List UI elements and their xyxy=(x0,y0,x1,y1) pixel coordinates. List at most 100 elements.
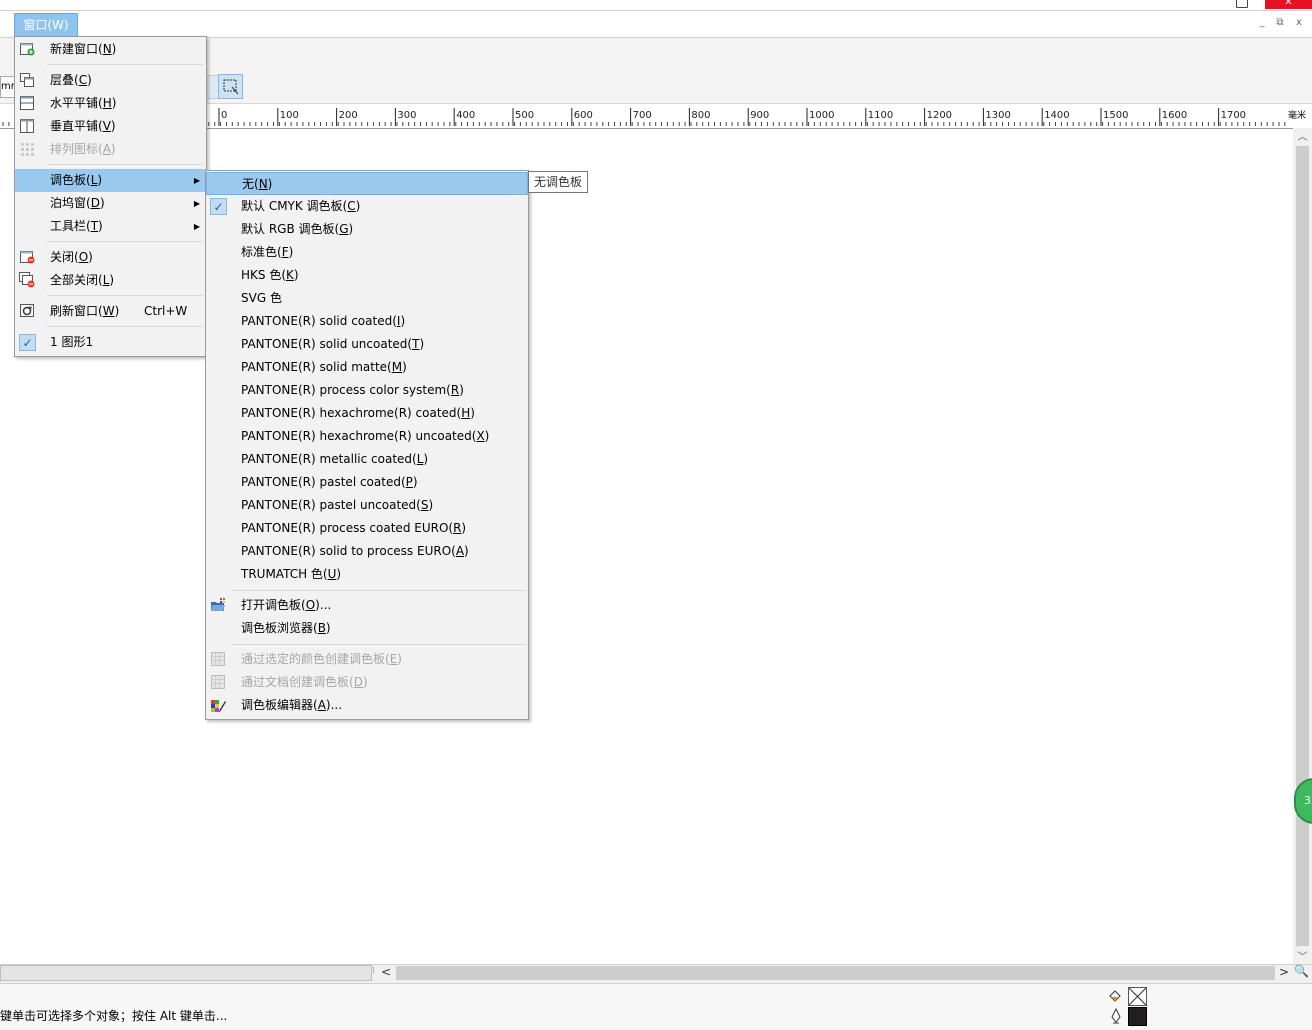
palette-item-21: 通过文档创建调色板(D) xyxy=(206,671,528,694)
outline-pen-icon xyxy=(1110,1007,1122,1024)
ruler-tick-label: 900 xyxy=(750,110,769,121)
horizontal-scroll-thumb[interactable] xyxy=(396,966,1275,980)
palette-item-label: PANTONE(R) metallic coated(L) xyxy=(241,452,429,466)
submenu-arrow-icon: ▶ xyxy=(193,199,200,208)
palette-item-label: PANTONE(R) hexachrome(R) coated(H) xyxy=(241,406,475,420)
title-bar xyxy=(0,0,1312,11)
close-app-button[interactable]: ✕ xyxy=(1265,0,1312,9)
palette-item-20: 通过选定的颜色创建调色板(E) xyxy=(206,648,528,671)
palette-item-label: PANTONE(R) hexachrome(R) uncoated(X) xyxy=(241,429,490,443)
palette-item-13[interactable]: PANTONE(R) pastel coated(P) xyxy=(206,471,528,494)
palette-item-label: PANTONE(R) solid to process EURO(A) xyxy=(241,544,469,558)
page-navigator[interactable] xyxy=(0,965,372,981)
menu-item-new-window[interactable]: 新建窗口(N) xyxy=(15,38,206,61)
palette-item-label: 通过文档创建调色板(D) xyxy=(241,675,368,689)
tooltip: 无调色板 xyxy=(528,171,589,193)
palette-item-label: SVG 色 xyxy=(241,291,282,305)
menu-item-label: 新建窗口(N) xyxy=(50,42,117,56)
scroll-down-icon[interactable]: ﹀ xyxy=(1293,948,1312,964)
palette-item-16[interactable]: PANTONE(R) solid to process EURO(A) xyxy=(206,540,528,563)
fill-none-swatch[interactable] xyxy=(1128,987,1147,1006)
toolbar-button[interactable] xyxy=(205,75,219,99)
menu-item-label: 刷新窗口(W) xyxy=(50,304,120,318)
splitter-handle-icon[interactable]: ⁞ xyxy=(372,966,378,980)
palette-item-10[interactable]: PANTONE(R) hexachrome(R) coated(H) xyxy=(206,402,528,425)
palette-item-label: PANTONE(R) solid coated(I) xyxy=(241,314,406,328)
menu-item-tile-horizontal[interactable]: 水平平铺(H) xyxy=(15,92,206,115)
palette-item-label: 默认 CMYK 调色板(C) xyxy=(241,199,361,213)
menu-separator xyxy=(47,64,203,65)
menu-item-tile-vertical[interactable]: 垂直平铺(V) xyxy=(15,115,206,138)
restore-window-icon[interactable] xyxy=(1236,0,1248,8)
palette-item-label: PANTONE(R) pastel uncoated(S) xyxy=(241,498,434,512)
menu-item-close-all[interactable]: 全部关闭(L) xyxy=(15,269,206,292)
palette-item-label: TRUMATCH 色(U) xyxy=(241,567,342,581)
menu-item-color-palettes[interactable]: 调色板(L) ▶ xyxy=(15,169,206,192)
palette-item-3[interactable]: 标准色(F) xyxy=(206,241,528,264)
palette-item-19[interactable]: 调色板浏览器(B) xyxy=(206,617,528,640)
palette-editor-icon xyxy=(210,697,226,713)
ruler-tick-label: 200 xyxy=(339,110,358,121)
transform-toolbar-button[interactable] xyxy=(218,74,243,99)
menu-item-refresh-window[interactable]: 刷新窗口(W) Ctrl+W xyxy=(15,300,206,323)
menu-item-label: 层叠(C) xyxy=(50,73,92,87)
ruler-tick-label: 1200 xyxy=(927,110,952,121)
menu-bar xyxy=(0,11,1312,38)
submenu-arrow-icon: ▶ xyxy=(193,176,200,185)
palette-item-17[interactable]: TRUMATCH 色(U) xyxy=(206,563,528,586)
palette-item-22[interactable]: 调色板编辑器(A)... xyxy=(206,694,528,717)
palette-item-9[interactable]: PANTONE(R) process color system(R) xyxy=(206,379,528,402)
menu-item-label: 水平平铺(H) xyxy=(50,96,117,110)
scroll-up-icon[interactable]: ︿ xyxy=(1293,128,1312,144)
mdi-restore-button[interactable]: ⧉ xyxy=(1275,18,1285,28)
palette-item-4[interactable]: HKS 色(K) xyxy=(206,264,528,287)
menu-separator xyxy=(232,590,526,591)
ruler-unit-label: 毫米 xyxy=(1288,111,1307,121)
zoom-icon[interactable]: 🔍 xyxy=(1294,964,1309,978)
mdi-close-button[interactable]: x xyxy=(1294,18,1304,28)
vertical-scroll-thumb[interactable] xyxy=(1296,146,1309,946)
menu-item-shortcut: Ctrl+W xyxy=(144,304,188,318)
palette-item-5[interactable]: SVG 色 xyxy=(206,287,528,310)
palette-item-label: 标准色(F) xyxy=(241,245,294,259)
menu-item-window-1[interactable]: ✓ 1 图形1 xyxy=(15,331,206,354)
palette-item-0[interactable]: 无(N) xyxy=(206,172,528,195)
scroll-left-icon[interactable]: < xyxy=(381,965,391,979)
palette-item-14[interactable]: PANTONE(R) pastel uncoated(S) xyxy=(206,494,528,517)
ruler-tick-label: 1700 xyxy=(1221,110,1246,121)
palette-item-6[interactable]: PANTONE(R) solid coated(I) xyxy=(206,310,528,333)
palette-item-label: PANTONE(R) process coated EURO(R) xyxy=(241,521,467,535)
outline-color-swatch[interactable] xyxy=(1128,1007,1147,1026)
menu-item-label: 1 图形1 xyxy=(50,335,94,349)
palette-item-7[interactable]: PANTONE(R) solid uncoated(T) xyxy=(206,333,528,356)
palette-item-15[interactable]: PANTONE(R) process coated EURO(R) xyxy=(206,517,528,540)
palette-item-label: 通过选定的颜色创建调色板(E) xyxy=(241,652,402,666)
menu-item-label: 垂直平铺(V) xyxy=(50,119,116,133)
palette-item-8[interactable]: PANTONE(R) solid matte(M) xyxy=(206,356,528,379)
menu-item-dockers[interactable]: 泊坞窗(D) ▶ xyxy=(15,192,206,215)
checkmark-icon: ✓ xyxy=(210,198,227,215)
palette-item-label: 默认 RGB 调色板(G) xyxy=(241,222,354,236)
palette-item-2[interactable]: 默认 RGB 调色板(G) xyxy=(206,218,528,241)
bounding-box-icon xyxy=(223,79,239,95)
tile-vertical-icon xyxy=(19,118,35,134)
menu-item-close[interactable]: 关闭(O) xyxy=(15,246,206,269)
palette-from-selection-icon xyxy=(210,651,226,667)
close-window-icon xyxy=(19,249,35,265)
palette-item-18[interactable]: 打开调色板(O)... xyxy=(206,594,528,617)
menu-item-toolbars[interactable]: 工具栏(T) ▶ xyxy=(15,215,206,238)
menu-item-cascade[interactable]: 层叠(C) xyxy=(15,69,206,92)
palette-item-1[interactable]: ✓ 默认 CMYK 调色板(C) xyxy=(206,195,528,218)
menu-item-label: 全部关闭(L) xyxy=(50,273,115,287)
window-menu-dropdown: 新建窗口(N) 层叠(C) 水平平铺(H) 垂直平铺(V) 排列图标(A) 调色板(L) ▶… xyxy=(14,36,207,357)
mdi-minimize-button[interactable]: _ xyxy=(1257,18,1267,28)
menu-separator xyxy=(47,326,203,327)
open-palette-icon xyxy=(210,597,226,613)
palette-item-11[interactable]: PANTONE(R) hexachrome(R) uncoated(X) xyxy=(206,425,528,448)
palette-item-12[interactable]: PANTONE(R) metallic coated(L) xyxy=(206,448,528,471)
scroll-right-icon[interactable]: > xyxy=(1279,965,1289,979)
ruler-tick-label: 1600 xyxy=(1162,110,1187,121)
menu-window[interactable]: 窗口(W) xyxy=(14,13,78,37)
new-window-icon xyxy=(19,41,35,57)
palette-item-label: PANTONE(R) pastel coated(P) xyxy=(241,475,418,489)
